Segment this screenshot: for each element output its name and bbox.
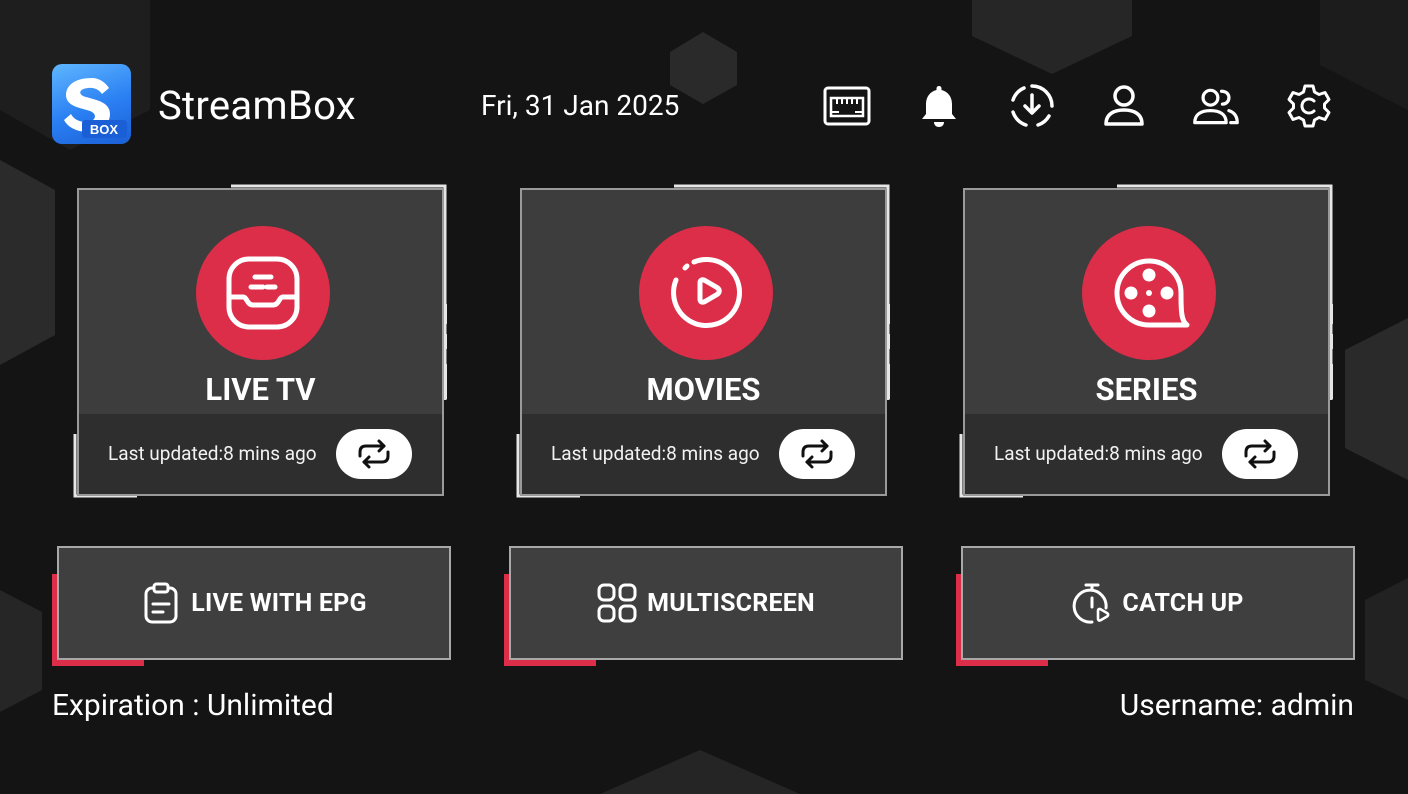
streambox-logo-icon: BOX — [64, 78, 127, 138]
refresh-icon — [1244, 439, 1276, 469]
refresh-icon — [358, 439, 390, 469]
card-label: SERIES — [1095, 371, 1198, 408]
card-series[interactable]: SERIES Last updated:8 mins ago — [959, 184, 1333, 498]
card-footer: Last updated:8 mins ago — [965, 414, 1328, 494]
app-logo: BOX — [52, 64, 131, 144]
settings-button[interactable] — [1283, 80, 1335, 132]
live-tv-icon — [226, 256, 300, 330]
card-icon-circle — [639, 226, 773, 360]
card-face: SERIES Last updated:8 mins ago — [963, 188, 1330, 496]
logo-text: BOX — [90, 122, 119, 137]
bell-icon — [922, 86, 956, 127]
play-circle-icon — [671, 257, 742, 328]
card-face: MOVIES Last updated:8 mins ago — [520, 188, 887, 496]
network-button[interactable] — [821, 80, 873, 132]
download-icon — [1011, 84, 1054, 127]
network-icon — [823, 86, 871, 126]
card-icon-circle — [1082, 226, 1216, 360]
last-updated-text: Last updated:8 mins ago — [994, 442, 1203, 465]
film-reel-icon — [1114, 258, 1190, 328]
grid-icon — [597, 583, 637, 623]
card-footer: Last updated:8 mins ago — [522, 414, 885, 494]
button-face: CATCH UP — [961, 546, 1355, 660]
refresh-button[interactable] — [336, 429, 412, 479]
header-date: Fri, 31 Jan 2025 — [481, 89, 680, 122]
refresh-icon — [801, 439, 833, 469]
last-updated-text: Last updated:8 mins ago — [551, 442, 760, 465]
button-label: MULTISCREEN — [647, 588, 815, 618]
card-icon-circle — [196, 226, 330, 360]
live-with-epg-button[interactable]: LIVE WITH EPG — [52, 546, 451, 666]
user-icon — [1104, 85, 1144, 126]
button-face: MULTISCREEN — [509, 546, 903, 660]
card-face: LIVE TV Last updated:8 mins ago — [77, 188, 444, 496]
refresh-button[interactable] — [779, 429, 855, 479]
button-label: CATCH UP — [1122, 588, 1244, 618]
timer-play-icon — [1073, 583, 1110, 624]
card-live-tv[interactable]: LIVE TV Last updated:8 mins ago — [73, 184, 447, 498]
profile-button[interactable] — [1098, 80, 1150, 132]
card-label: MOVIES — [646, 371, 761, 408]
button-label: LIVE WITH EPG — [191, 588, 367, 618]
accounts-button[interactable] — [1190, 80, 1242, 132]
clipboard-icon — [144, 582, 178, 624]
last-updated-text: Last updated:8 mins ago — [108, 442, 317, 465]
catch-up-button[interactable]: CATCH UP — [956, 546, 1355, 666]
settings-icon — [1287, 84, 1331, 128]
card-movies[interactable]: MOVIES Last updated:8 mins ago — [516, 184, 890, 498]
card-label: LIVE TV — [205, 371, 316, 408]
username-text: Username: admin — [1119, 688, 1354, 723]
download-button[interactable] — [1006, 80, 1058, 132]
card-footer: Last updated:8 mins ago — [79, 414, 442, 494]
multiscreen-button[interactable]: MULTISCREEN — [504, 546, 903, 666]
expiration-text: Expiration : Unlimited — [52, 688, 334, 723]
notifications-button[interactable] — [913, 80, 965, 132]
refresh-button[interactable] — [1222, 429, 1298, 479]
app-title: StreamBox — [158, 82, 356, 129]
users-icon — [1193, 88, 1239, 125]
button-face: LIVE WITH EPG — [57, 546, 451, 660]
